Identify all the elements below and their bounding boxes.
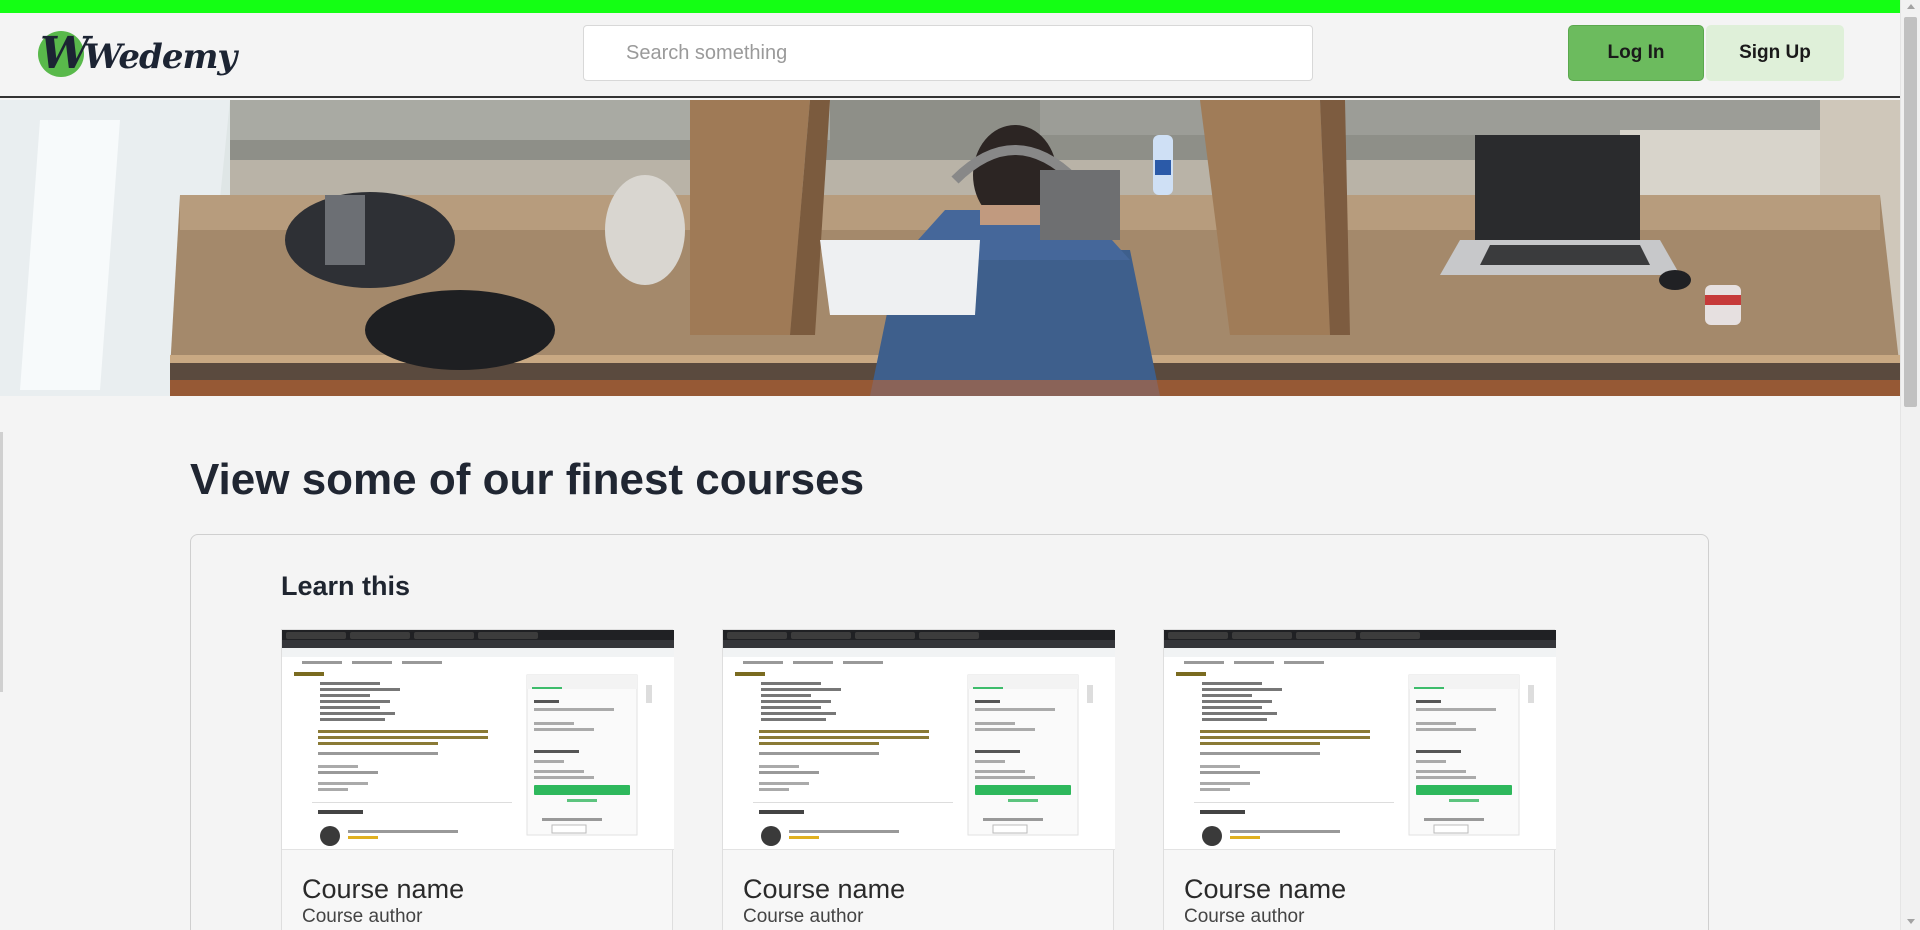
site-header: W Wedemy Log In Sign Up xyxy=(0,13,1900,98)
panel-title: Learn this xyxy=(281,571,411,601)
course-author: Course author xyxy=(743,906,864,927)
course-card[interactable]: Course name Course author xyxy=(281,629,674,930)
login-button[interactable]: Log In xyxy=(1568,25,1704,81)
page-viewport: W Wedemy Log In Sign Up xyxy=(0,0,1900,930)
hero-banner-image xyxy=(0,100,1900,396)
course-name: Course name xyxy=(743,874,906,904)
course-thumbnail xyxy=(723,630,1115,850)
course-name: Course name xyxy=(1184,874,1347,904)
course-name: Course name xyxy=(302,874,465,904)
signup-button[interactable]: Sign Up xyxy=(1706,25,1844,81)
scrollbar-thumb[interactable] xyxy=(1904,17,1917,407)
thumbnail-screenshot xyxy=(282,630,674,849)
vertical-scrollbar[interactable] xyxy=(1900,0,1920,930)
top-accent-strip xyxy=(0,0,1900,13)
section-title: View some of our finest courses xyxy=(190,455,865,504)
logo-wordmark: Wedemy xyxy=(84,37,237,77)
scroll-up-arrow-icon[interactable] xyxy=(1907,4,1915,9)
course-card[interactable]: Course name Course author xyxy=(1163,629,1556,930)
logo-mark: W xyxy=(38,28,89,79)
course-card[interactable]: Course name Course author xyxy=(722,629,1115,930)
scroll-down-arrow-icon[interactable] xyxy=(1907,919,1915,924)
left-edge-tab xyxy=(0,432,3,692)
course-thumbnail xyxy=(1164,630,1556,850)
thumbnail-screenshot xyxy=(723,630,1115,849)
hero-workspace-illustration xyxy=(0,100,1900,396)
course-author: Course author xyxy=(302,906,423,927)
thumbnail-screenshot xyxy=(1164,630,1556,849)
brand-logo[interactable]: W Wedemy xyxy=(38,28,237,85)
course-author: Course author xyxy=(1184,906,1305,927)
course-thumbnail xyxy=(282,630,674,850)
search-input[interactable] xyxy=(583,25,1313,81)
courses-panel: Learn this Course name Course author Cou… xyxy=(190,534,1709,930)
logo-letter: W xyxy=(40,28,90,79)
